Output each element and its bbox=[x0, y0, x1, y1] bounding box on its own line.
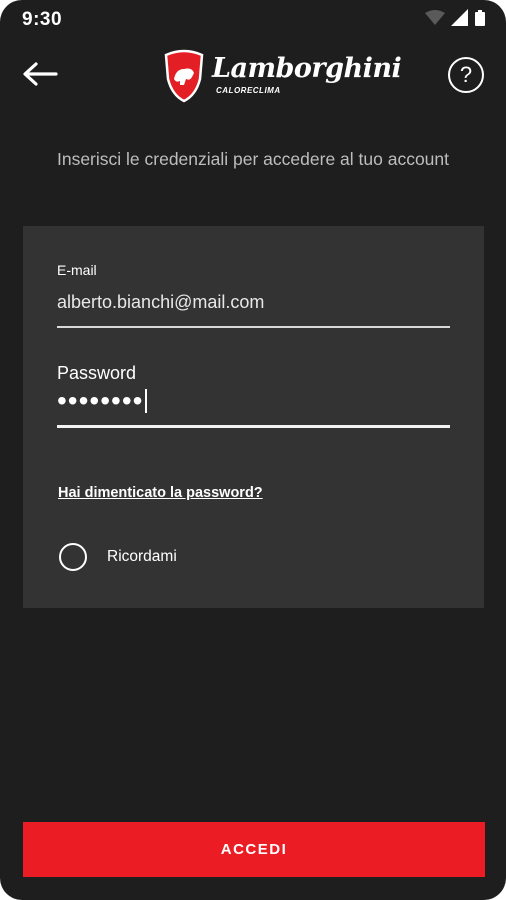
remember-me-option[interactable]: Ricordami bbox=[59, 542, 177, 572]
password-field[interactable]: •••••••• bbox=[57, 385, 148, 416]
password-underline bbox=[57, 425, 450, 428]
email-underline bbox=[57, 326, 450, 328]
shield-icon bbox=[162, 49, 206, 108]
brand-subtitle: CALORECLIMA bbox=[216, 86, 281, 95]
question-mark-icon: ? bbox=[459, 62, 473, 87]
password-value: •••••••• bbox=[57, 385, 144, 416]
app-bar: Lamborghini CALORECLIMA ? bbox=[0, 44, 506, 108]
signal-icon bbox=[451, 9, 468, 31]
password-label: Password bbox=[57, 363, 137, 383]
brand-logo: Lamborghini CALORECLIMA bbox=[160, 46, 402, 108]
email-field[interactable] bbox=[57, 288, 450, 316]
remember-label: Ricordami bbox=[107, 548, 177, 565]
login-button[interactable]: ACCEDI bbox=[23, 822, 485, 877]
status-icons bbox=[425, 9, 486, 31]
back-button[interactable] bbox=[20, 56, 60, 96]
login-screen: 9:30 Lamborghini CALORECLIMA ? Inserisci… bbox=[0, 0, 506, 900]
help-button[interactable]: ? bbox=[448, 57, 484, 93]
status-time: 9:30 bbox=[22, 9, 63, 30]
email-label: E-mail bbox=[57, 262, 97, 278]
battery-icon bbox=[474, 9, 486, 31]
text-caret bbox=[145, 389, 148, 413]
forgot-password-link[interactable]: Hai dimenticato la password? bbox=[58, 485, 263, 501]
status-bar: 9:30 bbox=[0, 0, 506, 40]
intro-text: Inserisci le credenziali per accedere al… bbox=[56, 149, 449, 169]
wifi-icon bbox=[425, 9, 445, 31]
login-form: E-mail Password •••••••• Hai dimenticato… bbox=[23, 226, 484, 608]
remember-radio[interactable] bbox=[59, 543, 87, 571]
arrow-left-icon bbox=[22, 61, 58, 91]
brand-name: Lamborghini bbox=[212, 53, 402, 84]
